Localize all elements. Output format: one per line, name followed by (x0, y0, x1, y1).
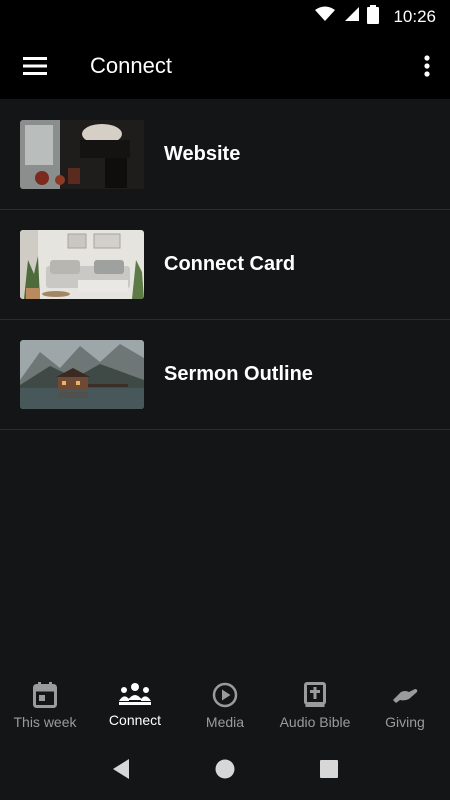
home-circle-icon (215, 759, 235, 778)
list-item-sermon-outline[interactable]: Sermon Outline (0, 320, 450, 430)
nav-label: Audio Bible (279, 714, 351, 730)
bottom-navigation: This week Connect Media Audio Bible Givi… (0, 670, 450, 742)
nav-tab-connect[interactable]: Connect (90, 670, 180, 742)
giving-hand-icon (393, 689, 418, 703)
page-title: Connect (90, 53, 172, 78)
overflow-menu-button[interactable] (404, 33, 450, 99)
menu-button[interactable] (0, 33, 70, 99)
nav-label: Giving (385, 714, 425, 730)
sermon-outline-thumbnail (20, 340, 144, 409)
nav-tab-giving[interactable]: Giving (360, 670, 450, 742)
nav-tab-media[interactable]: Media (180, 670, 270, 742)
play-circle-icon (212, 682, 238, 708)
status-time: 10:26 (393, 6, 436, 26)
wifi-icon (315, 6, 336, 27)
nav-label: Media (205, 714, 245, 730)
back-button[interactable] (111, 758, 131, 785)
nav-label: This week (13, 714, 77, 730)
nav-tab-audio-bible[interactable]: Audio Bible (270, 670, 360, 742)
nav-label: Connect (108, 712, 162, 728)
back-triangle-icon (113, 758, 130, 779)
battery-icon (367, 4, 380, 29)
list-item-label: Connect Card (164, 253, 296, 275)
hamburger-menu-icon (23, 57, 47, 75)
calendar-icon (33, 682, 57, 708)
status-bar: 10:26 (0, 0, 450, 33)
cell-signal-icon (343, 6, 360, 27)
list-item-website[interactable]: Website (0, 100, 450, 210)
recents-square-icon (319, 759, 338, 778)
home-button[interactable] (214, 758, 236, 785)
recents-button[interactable] (319, 759, 339, 784)
more-vert-icon (424, 55, 430, 77)
connect-list: Website Connect Card Sermon Outline (0, 100, 450, 430)
connect-card-thumbnail (20, 230, 144, 299)
website-thumbnail (20, 120, 144, 189)
list-item-label: Sermon Outline (164, 363, 313, 385)
nav-tab-this-week[interactable]: This week (0, 670, 90, 742)
list-item-connect-card[interactable]: Connect Card (0, 210, 450, 320)
list-item-label: Website (164, 143, 241, 165)
system-navigation-bar (0, 742, 450, 800)
people-icon (119, 683, 151, 705)
bible-icon (304, 682, 326, 707)
app-bar: Connect (0, 33, 450, 99)
